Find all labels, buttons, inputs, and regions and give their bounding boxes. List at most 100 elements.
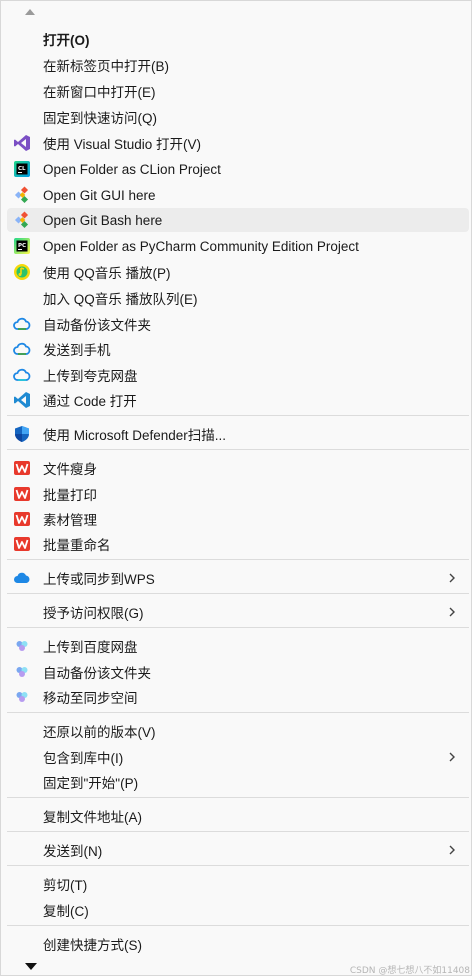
menu-item-git-gui[interactable]: Open Git GUI here — [7, 183, 469, 207]
menu-item-label: 上传到夸克网盘 — [43, 369, 138, 384]
menu-item-label: 文件瘦身 — [43, 462, 97, 477]
wps-icon — [14, 487, 30, 501]
wps-icon — [14, 512, 30, 526]
menu-item-defender-scan[interactable]: 使用 Microsoft Defender扫描... — [7, 422, 469, 446]
menu-item-label: 加入 QQ音乐 播放队列(E) — [43, 292, 198, 307]
menu-item-move-sync-space[interactable]: 移动至同步空间 — [7, 685, 469, 709]
menu-separator — [7, 831, 469, 832]
menu-item-open-new-window[interactable]: 在新窗口中打开(E) — [7, 79, 469, 103]
menu-item-copy-path[interactable]: 复制文件地址(A) — [7, 804, 469, 828]
menu-separator — [7, 925, 469, 926]
menu-item-label: 复制(C) — [43, 904, 89, 919]
menu-item-create-shortcut[interactable]: 创建快捷方式(S) — [7, 932, 469, 956]
chevron-right-icon — [449, 607, 455, 617]
menu-item-label: 批量重命名 — [43, 538, 111, 553]
menu-item-label: Open Folder as CLion Project — [43, 161, 221, 177]
menu-item-label: 在新标签页中打开(B) — [43, 59, 169, 74]
menu-item-restore-versions[interactable]: 还原以前的版本(V) — [7, 719, 469, 743]
menu-item-wps-slim[interactable]: 文件瘦身 — [7, 456, 469, 480]
menu-item-label: Open Git Bash here — [43, 212, 163, 228]
menu-item-label: 固定到快速访问(Q) — [43, 111, 157, 126]
menu-item-label: 固定到"开始"(P) — [43, 776, 139, 791]
chevron-right-icon — [449, 845, 455, 855]
menu-item-upload-quark[interactable]: 上传到夸克网盘 — [7, 363, 469, 387]
menu-item-label: 发送到(N) — [43, 844, 103, 859]
baidu-netdisk-icon — [16, 667, 28, 677]
menu-item-baidu-auto-backup[interactable]: 自动备份该文件夹 — [7, 660, 469, 684]
menu-item-label: 自动备份该文件夹 — [43, 666, 151, 681]
menu-item-upload-baidu[interactable]: 上传到百度网盘 — [7, 634, 469, 658]
menu-item-label: 创建快捷方式(S) — [43, 938, 142, 953]
menu-item-label: 还原以前的版本(V) — [43, 725, 156, 740]
quark-cloud-icon — [13, 368, 31, 381]
menu-item-label: 使用 Visual Studio 打开(V) — [43, 137, 202, 152]
menu-item-label: 使用 QQ音乐 播放(P) — [43, 266, 171, 281]
menu-item-send-to-phone[interactable]: 发送到手机 — [7, 337, 469, 361]
menu-item-label: 复制文件地址(A) — [43, 810, 142, 825]
menu-item-git-bash[interactable]: Open Git Bash here — [7, 208, 469, 232]
menu-item-open-with-code[interactable]: 通过 Code 打开 — [7, 388, 469, 412]
menu-item-upload-sync-wps[interactable]: 上传或同步到WPS — [7, 566, 469, 590]
menu-separator — [7, 415, 469, 416]
menu-item-label: 素材管理 — [43, 513, 97, 528]
menu-item-label: 包含到库中(I) — [43, 751, 124, 766]
clion-icon: CL — [14, 161, 30, 177]
menu-separator — [7, 712, 469, 713]
baidu-cloud-icon — [13, 342, 31, 355]
wps-icon — [14, 461, 30, 475]
menu-item-label: 移动至同步空间 — [43, 691, 138, 706]
menu-item-label: 发送到手机 — [43, 343, 111, 358]
vscode-icon — [14, 392, 30, 408]
menu-item-open-pycharm[interactable]: PC Open Folder as PyCharm Community Edit… — [7, 234, 469, 258]
menu-item-qq-music-queue[interactable]: 加入 QQ音乐 播放队列(E) — [7, 286, 469, 310]
menu-separator — [7, 627, 469, 628]
menu-item-label: Open Git GUI here — [43, 187, 156, 203]
menu-item-label: 在新窗口中打开(E) — [43, 85, 156, 100]
baidu-netdisk-icon — [16, 641, 28, 651]
menu-item-pin-quick-access[interactable]: 固定到快速访问(Q) — [7, 105, 469, 129]
menu-item-label: 剪切(T) — [43, 878, 88, 893]
menu-item-include-library[interactable]: 包含到库中(I) — [7, 745, 469, 769]
chevron-right-icon — [449, 752, 455, 762]
menu-separator — [7, 559, 469, 560]
scroll-up-arrow-icon[interactable] — [25, 9, 35, 15]
menu-item-cut[interactable]: 剪切(T) — [7, 872, 469, 896]
wps-icon — [14, 537, 30, 551]
baidu-netdisk-icon — [16, 692, 28, 702]
context-menu: 打开(O) 在新标签页中打开(B) 在新窗口中打开(E) 固定到快速访问(Q) … — [0, 0, 472, 976]
menu-item-label: Open Folder as PyCharm Community Edition… — [43, 238, 359, 254]
menu-item-wps-batch-rename[interactable]: 批量重命名 — [7, 532, 469, 556]
menu-item-send-to[interactable]: 发送到(N) — [7, 838, 469, 862]
svg-text:CL: CL — [18, 166, 26, 172]
menu-separator — [7, 593, 469, 594]
menu-item-open-clion[interactable]: CL Open Folder as CLion Project — [7, 157, 469, 181]
chevron-right-icon — [449, 573, 455, 583]
menu-item-qq-music-play[interactable]: 使用 QQ音乐 播放(P) — [7, 260, 469, 284]
git-gui-icon — [14, 186, 29, 204]
menu-item-wps-batch-print[interactable]: 批量打印 — [7, 482, 469, 506]
menu-item-open-new-tab[interactable]: 在新标签页中打开(B) — [7, 53, 469, 77]
menu-item-wps-materials[interactable]: 素材管理 — [7, 507, 469, 531]
wps-cloud-icon — [14, 572, 30, 583]
defender-shield-icon — [15, 426, 29, 442]
menu-item-open[interactable]: 打开(O) — [7, 27, 469, 51]
menu-item-label: 使用 Microsoft Defender扫描... — [43, 428, 227, 443]
menu-separator — [7, 449, 469, 450]
scroll-down-arrow-icon[interactable] — [25, 963, 37, 970]
menu-item-label: 打开(O) — [43, 33, 90, 48]
menu-item-label: 上传到百度网盘 — [43, 640, 138, 655]
menu-separator — [7, 797, 469, 798]
menu-item-auto-backup[interactable]: 自动备份该文件夹 — [7, 312, 469, 336]
menu-item-label: 自动备份该文件夹 — [43, 318, 151, 333]
menu-item-grant-access[interactable]: 授予访问权限(G) — [7, 600, 469, 624]
git-bash-icon — [14, 211, 29, 229]
menu-item-label: 批量打印 — [43, 488, 97, 503]
menu-separator — [7, 865, 469, 866]
svg-text:PC: PC — [18, 243, 26, 249]
menu-item-label: 上传或同步到WPS — [43, 572, 155, 587]
menu-item-copy[interactable]: 复制(C) — [7, 898, 469, 922]
menu-item-open-visual-studio[interactable]: 使用 Visual Studio 打开(V) — [7, 131, 469, 155]
menu-item-label: 授予访问权限(G) — [43, 606, 144, 621]
menu-item-pin-start[interactable]: 固定到"开始"(P) — [7, 770, 469, 794]
visual-studio-icon — [14, 135, 30, 151]
